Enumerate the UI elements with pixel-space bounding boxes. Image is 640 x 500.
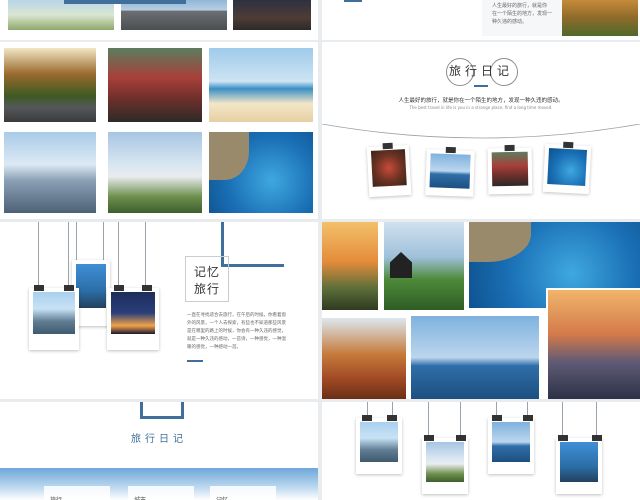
hanging-string [68, 222, 69, 292]
quote-english: The best travel in life is you in a stra… [409, 105, 553, 110]
hanging-string [460, 402, 461, 438]
photo-blue-sea [547, 148, 588, 186]
clip-icon [504, 144, 515, 152]
polaroid-card[interactable] [356, 415, 402, 474]
accent-frame [221, 222, 284, 267]
accent-frame [140, 402, 184, 419]
slide-travel-diary[interactable]: 旅行日记 人生最好的旅行，就是你在一个陌生的地方，发现一种久违的感动。 The … [322, 42, 640, 219]
photo-forest-road [4, 48, 96, 122]
hanging-string [596, 402, 597, 438]
slide-hanging-photos[interactable] [322, 402, 640, 500]
photo-city-street [233, 0, 311, 30]
photo-beach-couple [209, 48, 313, 122]
polaroid-card[interactable] [488, 415, 534, 474]
clip-icon [424, 435, 434, 441]
photo-tower [560, 442, 598, 482]
photo-night-city [111, 292, 155, 334]
body-text: 一直在寻找适合去旅行，在午后的时候，你看着窗外的风景，一个人去探索，有些也不知道… [187, 313, 286, 350]
clip-icon [387, 415, 397, 421]
accent-bar [64, 0, 186, 4]
photo-street [491, 151, 529, 187]
hanging-string [38, 222, 39, 292]
photo-park-bench [562, 0, 638, 36]
photo-cabin [384, 222, 464, 310]
accent-dash [344, 0, 362, 2]
photo-blue-sea [209, 132, 313, 213]
hanging-string [562, 402, 563, 438]
clip-icon [362, 415, 372, 421]
clip-icon [64, 285, 74, 291]
slide-title: 旅行日记 [448, 64, 513, 78]
photo-island [429, 153, 471, 189]
tab-card[interactable]: 旅行 [44, 486, 110, 500]
hanging-string [145, 222, 146, 292]
slide-travel-diary-bottom[interactable]: 旅行日记 旅行 城市 记忆 [0, 402, 318, 500]
clip-icon [382, 142, 393, 150]
polaroid-card[interactable] [422, 435, 468, 494]
polaroid-card[interactable] [556, 435, 602, 494]
title-box: 记忆 旅行 [185, 256, 229, 302]
tab-card[interactable]: 记忆 [210, 486, 276, 500]
polaroid-card[interactable] [425, 146, 475, 197]
clip-icon [492, 415, 502, 421]
caption-panel: 人生最好的旅行，就是你 在一个陌生的地方，发现一 种久违的感动。 [482, 0, 562, 36]
hanging-string [428, 402, 429, 438]
slide-photo-collage[interactable] [322, 222, 640, 399]
photo-city-dusk [546, 288, 640, 399]
photo-highway [121, 0, 227, 30]
caption-line: 人生最好的旅行，就是你 [492, 3, 548, 9]
photo-city-skyline [4, 132, 96, 213]
polaroid-card[interactable] [107, 285, 159, 350]
clip-icon [456, 435, 466, 441]
tab-label: 旅行 [50, 495, 62, 500]
photo-white-house [426, 442, 464, 482]
quote-chinese: 人生最好的旅行，就是你在一个陌生的地方，发现一种久违的感动。 [398, 98, 564, 104]
photo-chinatown [108, 48, 202, 122]
photo-tower [76, 264, 106, 308]
photo-white-house [108, 132, 202, 213]
photo-island [492, 422, 530, 462]
slide-quote-top[interactable]: 人生最好的旅行，就是你 在一个陌生的地方，发现一 种久违的感动。 [322, 0, 640, 40]
title-line: 旅行 [193, 282, 220, 296]
polaroid-card[interactable] [366, 142, 412, 198]
hanging-string [118, 222, 119, 292]
photo-green-field [8, 0, 114, 30]
slide-photo-grid-top[interactable] [0, 0, 318, 40]
photo-harbor [33, 292, 75, 334]
polaroid-card[interactable] [29, 285, 79, 350]
photo-autumn-tree [322, 318, 406, 399]
tab-label: 记忆 [216, 495, 228, 500]
photo-harbor [360, 422, 398, 462]
polaroid-card[interactable] [542, 141, 592, 195]
accent-dash [474, 85, 488, 87]
cabin-shape [390, 252, 412, 278]
photo-ocean-island [411, 316, 539, 399]
slide-memory-travel[interactable]: 记忆 旅行 一直在寻找适合去旅行，在午后的时候，你看着窗外的风景，一个人去探索，… [0, 222, 318, 399]
clip-icon [114, 285, 124, 291]
accent-dash [187, 360, 203, 362]
cliff-shape [469, 222, 531, 262]
clip-icon [34, 285, 44, 291]
tab-card[interactable]: 城市 [128, 486, 194, 500]
clip-icon [142, 285, 152, 291]
photo-window [370, 149, 407, 187]
tab-label: 城市 [134, 495, 146, 500]
clip-icon [563, 141, 574, 149]
photo-sunset-plants [322, 222, 378, 310]
hanging-string [76, 222, 77, 262]
caption-line: 在一个陌生的地方，发现一 [492, 11, 553, 17]
caption-line: 种久违的感动。 [492, 19, 528, 25]
clip-icon [445, 146, 456, 154]
clip-icon [523, 415, 533, 421]
clip-icon [592, 435, 602, 441]
clip-icon [558, 435, 568, 441]
slide-photo-grid[interactable] [0, 42, 318, 219]
hanging-string [103, 222, 104, 262]
cliff-shape [209, 132, 249, 180]
polaroid-card[interactable] [487, 144, 533, 195]
title-line: 记忆 [193, 265, 220, 279]
slide-title: 旅行日记 [131, 434, 187, 445]
